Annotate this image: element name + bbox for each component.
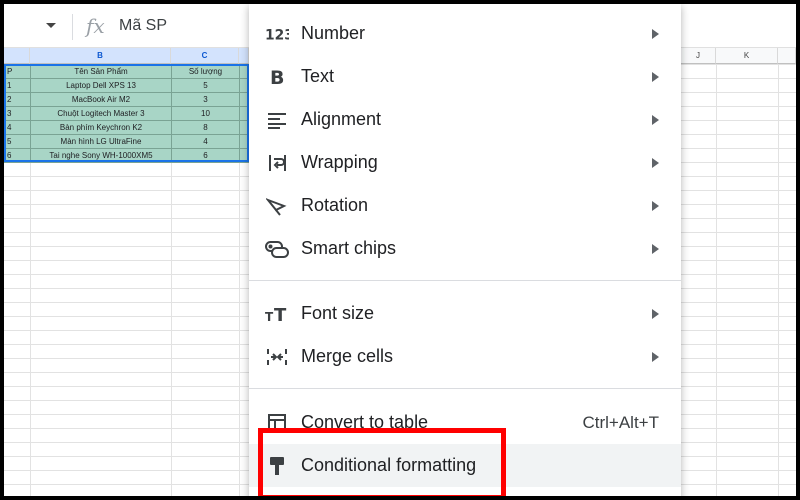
table-cell[interactable] xyxy=(239,148,250,163)
wrap-text-icon xyxy=(265,151,289,175)
table-row[interactable]: 4 Bàn phím Keychron K2 8 xyxy=(4,120,250,135)
text-rotation-icon xyxy=(265,194,289,218)
menu-item-merge-cells[interactable]: Merge cells xyxy=(249,335,681,378)
smart-chip-icon xyxy=(265,237,289,261)
name-box-dropdown-icon[interactable] xyxy=(44,18,58,32)
table-cell[interactable]: 10 xyxy=(171,106,240,121)
table-cell[interactable]: 2 xyxy=(4,92,31,107)
table-cell[interactable]: 1 xyxy=(4,78,31,93)
fx-icon: fx xyxy=(86,14,105,38)
table-cell[interactable]: Tai nghe Sony WH-1000XM5 xyxy=(30,148,172,163)
menu-divider xyxy=(249,388,681,389)
table-cell[interactable] xyxy=(239,134,250,149)
grid-column-line xyxy=(716,64,717,496)
table-cell[interactable]: 6 xyxy=(4,148,31,163)
chevron-right-icon xyxy=(652,351,659,362)
table-cell[interactable]: 6 xyxy=(171,148,240,163)
table-cell[interactable] xyxy=(239,78,250,93)
chevron-right-icon xyxy=(652,200,659,211)
table-cell[interactable]: Laptop Dell XPS 13 xyxy=(30,78,172,93)
svg-text:T: T xyxy=(265,310,274,324)
table-row[interactable]: 5 Màn hình LG UltraFine 4 xyxy=(4,134,250,149)
table-cell[interactable]: Bàn phím Keychron K2 xyxy=(30,120,172,135)
font-size-icon: TT xyxy=(265,302,289,326)
menu-item-label: Conditional formatting xyxy=(301,455,477,475)
formula-bar-separator xyxy=(72,14,73,40)
table-cell[interactable] xyxy=(239,64,250,79)
column-header-d[interactable] xyxy=(239,48,249,64)
paint-format-icon xyxy=(265,454,289,478)
menu-overlap-strip xyxy=(249,430,681,444)
chevron-right-icon xyxy=(652,71,659,82)
number-format-icon: 123 xyxy=(265,22,289,46)
formula-input[interactable]: Mã SP xyxy=(119,17,167,35)
chevron-right-icon xyxy=(652,157,659,168)
menu-item-label: Alignment xyxy=(301,109,382,129)
table-row[interactable]: 6 Tai nghe Sony WH-1000XM5 6 xyxy=(4,148,250,163)
svg-text:T: T xyxy=(274,305,287,324)
table-cell[interactable]: 8 xyxy=(171,120,240,135)
menu-item-number[interactable]: 123 Number xyxy=(249,12,681,55)
menu-divider xyxy=(249,280,681,281)
bold-icon: B xyxy=(265,65,289,89)
merge-cells-icon xyxy=(265,345,289,369)
chevron-right-icon xyxy=(652,243,659,254)
menu-item-alignment[interactable]: Alignment xyxy=(249,98,681,141)
column-header-l[interactable] xyxy=(778,48,796,64)
table-cell[interactable] xyxy=(239,106,250,121)
svg-text:B: B xyxy=(270,67,284,87)
menu-item-label: Merge cells xyxy=(301,346,394,366)
menu-item-wrapping[interactable]: Wrapping xyxy=(249,141,681,184)
format-menu: 123 Number B Text Alignment Wrapping xyxy=(249,4,681,496)
chevron-right-icon xyxy=(652,114,659,125)
table-cell[interactable]: Màn hình LG UltraFine xyxy=(30,134,172,149)
column-header-c[interactable]: C xyxy=(171,48,239,64)
menu-item-font-size[interactable]: TT Font size xyxy=(249,292,681,335)
table-cell[interactable] xyxy=(239,120,250,135)
menu-item-label: Smart chips xyxy=(301,238,397,258)
align-left-icon xyxy=(265,108,289,132)
table-cell[interactable]: Chuột Logitech Master 3 xyxy=(30,106,172,121)
table-cell[interactable]: 4 xyxy=(171,134,240,149)
table-cell[interactable]: 3 xyxy=(4,106,31,121)
table-row[interactable]: 2 MacBook Air M2 3 xyxy=(4,92,250,107)
chevron-right-icon xyxy=(652,28,659,39)
menu-item-text[interactable]: B Text xyxy=(249,55,681,98)
table-row[interactable]: 3 Chuột Logitech Master 3 10 xyxy=(4,106,250,121)
app-frame: fx Mã SP B C J K P Tên Sản Phẩm Số lượng… xyxy=(4,4,796,496)
menu-item-label: Rotation xyxy=(301,195,369,215)
menu-item-label: Wrapping xyxy=(301,152,378,172)
product-table[interactable]: P Tên Sản Phẩm Số lượng 1 Laptop Dell XP… xyxy=(4,64,250,163)
table-cell[interactable]: Tên Sản Phẩm xyxy=(30,64,172,79)
column-header-j[interactable]: J xyxy=(681,48,716,64)
menu-item-smart-chips[interactable]: Smart chips xyxy=(249,227,681,270)
menu-item-rotation[interactable]: Rotation xyxy=(249,184,681,227)
column-header-a[interactable] xyxy=(4,48,30,64)
menu-item-label: Number xyxy=(301,23,366,43)
grid-column-line xyxy=(778,64,779,496)
table-cell[interactable]: 5 xyxy=(4,134,31,149)
svg-text:123: 123 xyxy=(265,27,289,42)
menu-item-label: Text xyxy=(301,66,335,86)
table-cell[interactable]: Số lượng xyxy=(171,64,240,79)
table-cell[interactable]: 3 xyxy=(171,92,240,107)
table-cell[interactable]: 4 xyxy=(4,120,31,135)
table-row[interactable]: 1 Laptop Dell XPS 13 5 xyxy=(4,78,250,93)
menu-item-conditional-formatting[interactable]: Conditional formatting xyxy=(249,444,681,487)
menu-item-label: Font size xyxy=(301,303,375,323)
column-header-b[interactable]: B xyxy=(30,48,171,64)
table-cell[interactable]: MacBook Air M2 xyxy=(30,92,172,107)
table-cell[interactable]: 5 xyxy=(171,78,240,93)
chevron-right-icon xyxy=(652,308,659,319)
table-cell[interactable] xyxy=(239,92,250,107)
column-header-k[interactable]: K xyxy=(716,48,778,64)
table-cell[interactable]: P xyxy=(4,64,31,79)
table-header-row[interactable]: P Tên Sản Phẩm Số lượng xyxy=(4,64,250,79)
